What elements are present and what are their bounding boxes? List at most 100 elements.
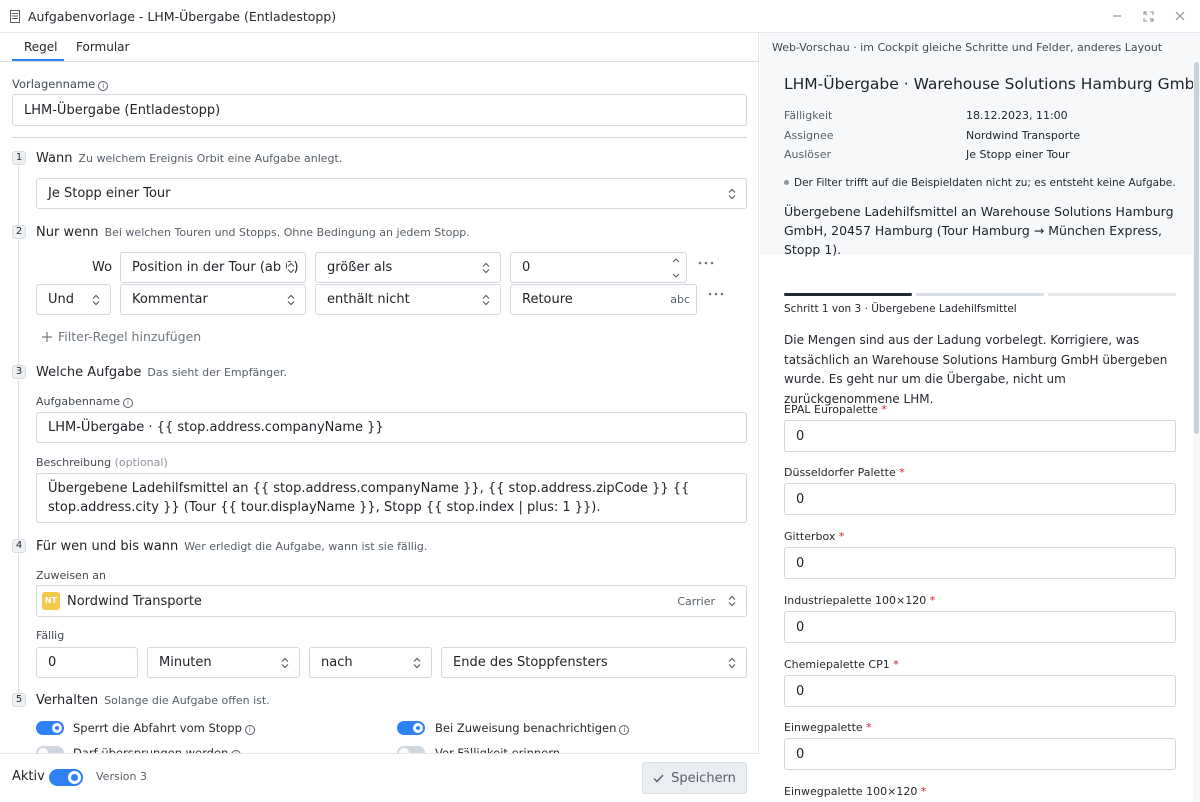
task-name-input[interactable]: LHM-Übergabe · {{ stop.address.companyNa… (36, 412, 747, 443)
preview-scrollbar[interactable] (1194, 62, 1199, 434)
step-connector (18, 554, 19, 694)
quantity-input[interactable]: 0 (784, 420, 1176, 452)
tab-regel[interactable]: Regel (24, 40, 58, 54)
more-options-icon[interactable] (708, 292, 724, 296)
title-bar: Aufgabenvorlage - LHM-Übergabe (Entlades… (0, 0, 1200, 33)
due-amount-input[interactable]: 0 (36, 647, 138, 678)
assignee-type: Carrier (677, 595, 715, 608)
step-5-title: Verhalten Solange die Aufgabe offen ist. (36, 693, 270, 708)
preview-description: Übergebene Ladehilfsmittel an Warehouse … (784, 204, 1174, 257)
filter-operator-select[interactable]: größer als (315, 252, 501, 283)
progress-segment-active (784, 293, 912, 296)
quantity-input[interactable]: 0 (784, 738, 1176, 770)
due-label: Fällig (36, 629, 65, 642)
filter-value-text[interactable]: Retoure abc (510, 284, 697, 315)
notify-on-assign-label: Bei Zuweisung benachrichtigen i (435, 721, 630, 735)
active-toggle[interactable] (49, 769, 83, 786)
preview-title: LHM-Übergabe · Warehouse Solutions Hambu… (784, 75, 1193, 93)
info-icon[interactable]: i (123, 398, 134, 408)
info-icon[interactable]: i (244, 725, 255, 735)
close-icon[interactable] (1172, 8, 1188, 24)
filter-value-number[interactable]: 0 (510, 252, 687, 283)
field-label: Chemiepalette CP1 * (784, 658, 899, 671)
quantity-input[interactable]: 0 (784, 483, 1176, 515)
preview-header: Web-Vorschau · im Cockpit gleiche Schrit… (772, 41, 1163, 54)
filter-note: Der Filter trifft auf die Beispieldaten … (794, 177, 1176, 189)
divider (12, 137, 747, 138)
version-label: Version 3 (96, 770, 147, 783)
quantity-input[interactable]: 0 (784, 675, 1176, 707)
more-options-icon[interactable] (698, 261, 714, 265)
meta-key: Auslöser (784, 148, 832, 161)
step-number-5: 5 (12, 693, 26, 707)
filter-prefix-wo: Wo (92, 260, 113, 275)
assignee-avatar: NT (42, 592, 60, 610)
field-label: Einwegpalette * (784, 721, 872, 734)
chevron-updown-icon (287, 294, 295, 305)
text-type-hint: abc (670, 293, 690, 306)
tab-bar: Regel Formular (0, 33, 759, 62)
filter-field-select[interactable]: Position in der Tour (ab 0) (120, 252, 306, 283)
check-icon (653, 774, 664, 783)
decrement-icon[interactable] (666, 268, 686, 283)
field-label: Einwegpalette 100×120 * (784, 785, 927, 798)
step-4-title: Für wen und bis wann Wer erledigt die Auf… (36, 539, 428, 554)
template-name-label: Vorlagenname i (12, 77, 109, 91)
field-label: Gitterbox * (784, 530, 845, 543)
step-1-title: Wann Zu welchem Ereignis Orbit eine Aufga… (36, 151, 343, 166)
quantity-input[interactable]: 0 (784, 547, 1176, 579)
chevron-updown-icon (281, 657, 289, 668)
progress-segment (916, 293, 1044, 296)
filter-conjunction-select[interactable]: Und (36, 284, 111, 315)
minimize-icon[interactable] (1109, 8, 1125, 24)
chevron-updown-icon (92, 294, 100, 305)
step-number-3: 3 (12, 365, 26, 379)
step-number-2: 2 (12, 225, 26, 239)
preview-summary: LHM-Übergabe · Warehouse Solutions Hambu… (760, 60, 1193, 257)
form-intro: Die Mengen sind aus der Ladung vorbelegt… (784, 333, 1168, 406)
meta-key: Assignee (784, 129, 834, 142)
chevron-updown-icon (728, 657, 736, 668)
due-unit-select[interactable]: Minuten (147, 647, 300, 678)
meta-key: Fälligkeit (784, 109, 833, 122)
step-3-title: Welche Aufgabe Das sieht der Empfänger. (36, 365, 287, 380)
active-label: Aktiv (12, 769, 45, 784)
tab-formular[interactable]: Formular (76, 40, 129, 54)
notify-on-assign-toggle[interactable] (397, 721, 425, 735)
step-number-4: 4 (12, 539, 26, 553)
chevron-updown-icon (482, 262, 490, 273)
step-connector (18, 240, 19, 365)
template-name-input[interactable]: LHM-Übergabe (Entladestopp) (12, 94, 747, 126)
chevron-updown-icon (287, 261, 295, 274)
plus-icon (42, 332, 52, 342)
meta-value: Je Stopp einer Tour (966, 148, 1070, 161)
increment-icon[interactable] (666, 253, 686, 268)
filter-field-select[interactable]: Kommentar (120, 284, 306, 315)
chevron-updown-icon (728, 595, 736, 607)
description-textarea[interactable]: Übergebene Ladehilfsmittel an {{ stop.ad… (36, 473, 747, 523)
step-2-title: Nur wenn Bei welchen Touren und Stopps. O… (36, 225, 470, 240)
info-icon[interactable]: i (98, 81, 109, 91)
field-label: EPAL Europalette * (784, 403, 887, 416)
step-connector (18, 380, 19, 540)
due-anchor-select[interactable]: Ende des Stoppfensters (441, 647, 747, 678)
preview-pane: Web-Vorschau · im Cockpit gleiche Schrit… (760, 33, 1200, 802)
chevron-updown-icon (413, 657, 421, 668)
chevron-updown-icon (728, 188, 736, 199)
trigger-select[interactable]: Je Stopp einer Tour (36, 178, 747, 209)
field-label: Industriepalette 100×120 * (784, 594, 936, 607)
info-icon[interactable]: i (619, 725, 630, 735)
due-relation-select[interactable]: nach (309, 647, 432, 678)
assign-label: Zuweisen an (36, 569, 107, 582)
assignee-select[interactable]: NT Nordwind Transporte Carrier (36, 585, 747, 617)
save-button[interactable]: Speichern (642, 762, 747, 794)
step-indicator: Schritt 1 von 3 · Übergebene Ladehilfsmi… (784, 303, 1017, 315)
quantity-input[interactable]: 0 (784, 611, 1176, 643)
maximize-icon[interactable] (1140, 8, 1156, 24)
step-connector (18, 166, 19, 228)
lock-departure-label: Sperrt die Abfahrt vom Stopp i (73, 721, 255, 735)
task-name-label: Aufgabenname i (36, 395, 134, 408)
add-filter-rule-button[interactable]: Filter-Regel hinzufügen (42, 329, 201, 344)
filter-operator-select[interactable]: enthält nicht (315, 284, 501, 315)
lock-departure-toggle[interactable] (36, 721, 64, 735)
